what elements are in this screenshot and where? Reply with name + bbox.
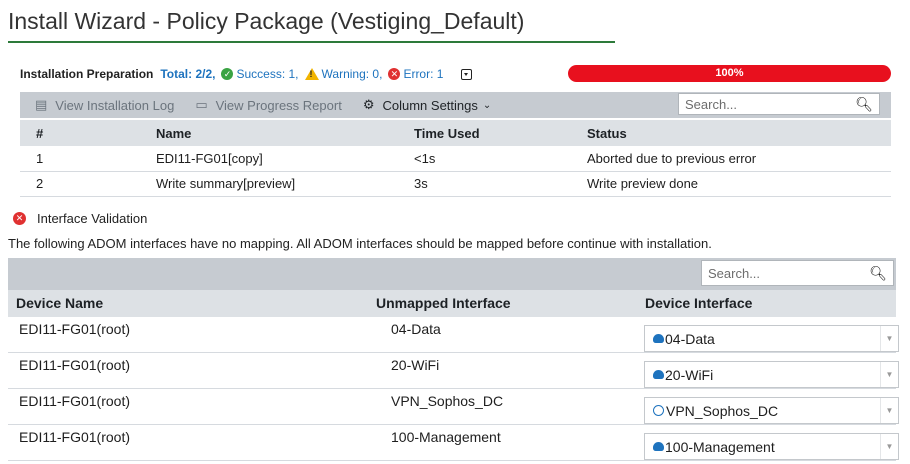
unmapped-interface: 100-Management — [391, 429, 501, 445]
prep-total[interactable]: Total: 2/2, — [160, 67, 215, 81]
error-icon: ✕ — [388, 68, 401, 80]
prep-search-box: 🔍︎ — [678, 93, 880, 115]
unmapped-interface: VPN_Sophos_DC — [391, 393, 504, 409]
device-interface-value: 100-Management — [665, 438, 775, 455]
row-time-used: <1s — [407, 146, 579, 172]
monitor-icon: ▭ — [195, 97, 208, 112]
table-row: EDI11-FG01(root) 100-Management 100-Mana… — [8, 425, 899, 461]
collapse-toggle-icon[interactable] — [461, 68, 473, 80]
interface-validation-label: Interface Validation — [37, 211, 148, 226]
dropdown-arrow-icon[interactable]: ▼ — [880, 434, 898, 459]
column-settings-label: Column Settings — [382, 97, 478, 113]
prep-table: # Name Time Used Status 1 EDI11-FG01[cop… — [20, 120, 891, 197]
error-icon: ✕ — [13, 212, 26, 225]
col-header-name[interactable]: Name — [146, 120, 407, 146]
column-settings-button[interactable]: ⚙ Column Settings ⌄ — [363, 97, 491, 113]
row-number: 2 — [20, 171, 146, 197]
dropdown-arrow-icon[interactable]: ▼ — [880, 326, 898, 351]
warning-count: Warning: 0, — [321, 67, 383, 81]
device-name: EDI11-FG01(root) — [19, 321, 130, 337]
progress-bar: 100% — [568, 65, 891, 82]
mapping-table-header: Device Name Unmapped Interface Device In… — [8, 290, 896, 317]
success-check-icon: ✓ — [221, 68, 234, 80]
view-progress-label: View Progress Report — [215, 97, 342, 113]
device-interface-select[interactable]: VPN_Sophos_DC ▼ — [644, 397, 899, 424]
col-header-status[interactable]: Status — [579, 120, 891, 146]
device-interface-value: 04-Data — [665, 330, 715, 347]
device-name: EDI11-FG01(root) — [19, 357, 130, 373]
table-row: EDI11-FG01(root) 20-WiFi 20-WiFi ▼ — [8, 353, 899, 389]
dropdown-arrow-icon[interactable]: ▼ — [880, 398, 898, 423]
unmapped-interface: 20-WiFi — [391, 357, 440, 373]
view-installation-log-button[interactable]: ▤ View Installation Log — [35, 97, 174, 113]
success-count: Success: 1, — [236, 67, 299, 81]
device-interface-value: 20-WiFi — [665, 366, 714, 383]
device-name: EDI11-FG01(root) — [19, 393, 130, 409]
page-title: Install Wizard - Policy Package (Vestigi… — [8, 8, 525, 34]
view-progress-report-button[interactable]: ▭ View Progress Report — [195, 97, 342, 113]
col-header-number[interactable]: # — [20, 120, 146, 146]
row-status: Aborted due to previous error — [579, 146, 891, 172]
col-header-device-name[interactable]: Device Name — [16, 295, 103, 311]
installation-preparation-summary: Installation Preparation Total: 2/2, ✓ S… — [20, 64, 473, 84]
progress-label: 100% — [715, 67, 744, 79]
warning-stat[interactable]: ! Warning: 0, — [304, 67, 383, 81]
error-count: Error: 1 — [403, 67, 444, 81]
row-status: Write preview done — [579, 171, 891, 197]
device-interface-select[interactable]: 04-Data ▼ — [644, 325, 899, 352]
table-row[interactable]: 2 Write summary[preview] 3s Write previe… — [20, 171, 891, 197]
row-time-used: 3s — [407, 171, 579, 197]
unmapped-interface: 04-Data — [391, 321, 441, 337]
interface-validation-header: ✕ Interface Validation — [13, 211, 147, 226]
prep-toolbar: ▤ View Installation Log ▭ View Progress … — [20, 92, 891, 118]
device-interface-value: VPN_Sophos_DC — [666, 402, 779, 419]
table-row[interactable]: 1 EDI11-FG01[copy] <1s Aborted due to pr… — [20, 146, 891, 172]
mapping-search-box: 🔍︎ — [701, 260, 894, 286]
cloud-icon — [653, 334, 664, 343]
search-icon[interactable]: 🔍︎ — [855, 96, 873, 113]
search-icon[interactable]: 🔍︎ — [869, 265, 887, 282]
col-header-device-interface[interactable]: Device Interface — [645, 295, 752, 311]
view-log-label: View Installation Log — [55, 97, 175, 113]
row-name: Write summary[preview] — [146, 171, 407, 197]
prep-search-input[interactable] — [685, 96, 845, 112]
device-name: EDI11-FG01(root) — [19, 429, 130, 445]
col-header-unmapped-interface[interactable]: Unmapped Interface — [376, 295, 511, 311]
mapping-search-input[interactable] — [708, 265, 858, 281]
error-stat[interactable]: ✕ Error: 1 — [388, 67, 443, 81]
cloud-icon — [653, 370, 664, 379]
prep-label: Installation Preparation — [20, 67, 154, 81]
log-icon: ▤ — [35, 97, 48, 112]
gear-icon: ⚙ — [362, 97, 375, 112]
warning-icon: ! — [304, 68, 319, 80]
dropdown-arrow-icon[interactable]: ▼ — [880, 362, 898, 387]
device-interface-select[interactable]: 20-WiFi ▼ — [644, 361, 899, 388]
success-stat[interactable]: ✓ Success: 1, — [221, 67, 299, 81]
prep-table-header: # Name Time Used Status — [20, 120, 891, 146]
table-row: EDI11-FG01(root) VPN_Sophos_DC VPN_Sopho… — [8, 389, 899, 425]
col-header-time-used[interactable]: Time Used — [407, 120, 579, 146]
title-underline: Install Wizard - Policy Package (Vestigi… — [8, 6, 615, 43]
chevron-down-icon: ⌄ — [482, 99, 492, 111]
table-row: EDI11-FG01(root) 04-Data 04-Data ▼ — [8, 317, 899, 353]
device-interface-select[interactable]: 100-Management ▼ — [644, 433, 899, 460]
mapping-note: The following ADOM interfaces have no ma… — [8, 236, 712, 251]
cloud-icon — [653, 442, 664, 451]
row-name: EDI11-FG01[copy] — [146, 146, 407, 172]
row-number: 1 — [20, 146, 146, 172]
vpn-icon — [653, 405, 664, 416]
